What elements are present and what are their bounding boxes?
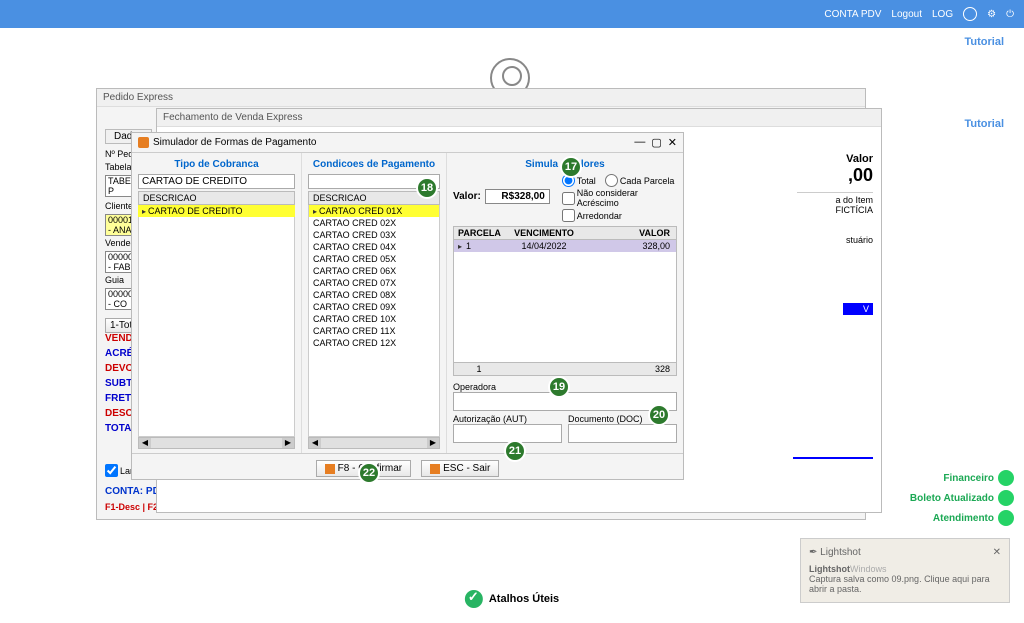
row-arrow-icon: ▸ [142, 207, 146, 216]
doc-input[interactable] [568, 424, 677, 443]
tabela-label: Tabela [105, 162, 132, 172]
condicao-item[interactable]: CARTAO CRED 10X [309, 313, 439, 325]
log-link[interactable]: LOG [932, 9, 953, 20]
condicao-item[interactable]: CARTAO CRED 05X [309, 253, 439, 265]
tutorial-link[interactable]: Tutorial [964, 36, 1004, 48]
scroll-right-icon[interactable]: ▶ [427, 438, 439, 448]
check-arred[interactable] [562, 209, 575, 222]
guia-label: Guia [105, 275, 124, 285]
radio-parcela[interactable] [605, 174, 618, 187]
condicao-item[interactable]: CARTAO CRED 03X [309, 229, 439, 241]
fechamento-title: Fechamento de Venda Express [157, 109, 881, 127]
lanca-checkbox[interactable] [105, 464, 118, 477]
exit-button[interactable]: ESC - Sair [421, 460, 499, 477]
scroll-left-icon[interactable]: ◀ [309, 438, 321, 448]
valor-big: ,00 [797, 165, 873, 186]
gear-icon[interactable]: ⚙ [987, 9, 996, 20]
simulador-window: Simulador de Formas de Pagamento — ▢ ✕ T… [131, 132, 684, 480]
wa-boleto[interactable]: Boleto Atualizado [910, 490, 1014, 506]
parcela-table: PARCELA VENCIMENTO VALOR ▸1 14/04/2022 3… [453, 226, 677, 376]
exit-icon [430, 464, 440, 474]
valor-input[interactable] [485, 189, 550, 204]
condicoes-head: Condicoes de Pagamento [308, 159, 440, 170]
check-icon [465, 590, 483, 608]
ls-close-icon[interactable]: ✕ [993, 547, 1001, 558]
lightshot-notification[interactable]: ✒ Lightshot ✕ LightshotWindows Captura s… [800, 538, 1010, 603]
aut-input[interactable] [453, 424, 562, 443]
valor-head: Valor [797, 153, 873, 165]
condicao-item[interactable]: CARTAO CRED 04X [309, 241, 439, 253]
wa-atendimento[interactable]: Atendimento [910, 510, 1014, 526]
ls-sub: Windows [850, 564, 887, 574]
condicao-item[interactable]: CARTAO CRED 09X [309, 301, 439, 313]
whatsapp-links: Financeiro Boleto Atualizado Atendimento [910, 470, 1014, 530]
top-bar: CONTA PDV Logout LOG ⚙ ⏻ [0, 0, 1024, 28]
col2-scrollbar[interactable]: ◀ ▶ [308, 437, 440, 449]
app-icon [138, 137, 149, 148]
col1-scrollbar[interactable]: ◀ ▶ [138, 437, 295, 449]
cliente-label: Cliente [105, 201, 133, 211]
condicao-item[interactable]: CARTAO CRED 02X [309, 217, 439, 229]
badge-21: 21 [504, 440, 526, 462]
conta-link[interactable]: CONTA PDV [824, 9, 881, 20]
valor-label: Valor: [453, 191, 481, 202]
check-naoconsid-label: Não considerar Acréscimo [577, 188, 677, 208]
whatsapp-icon [998, 510, 1014, 526]
condicao-item[interactable]: CARTAO CRED 11X [309, 325, 439, 337]
cobranca-grid-head: DESCRICAO [138, 191, 295, 205]
condicao-item[interactable]: ▸CARTAO CRED 01X [309, 205, 439, 217]
simulador-title: Simulador de Formas de Pagamento [153, 137, 316, 148]
pt-head-venc: VENCIMENTO [504, 227, 584, 239]
parcela-row[interactable]: ▸1 14/04/2022 328,00 [454, 240, 676, 252]
aut-label: Autorização (AUT) [453, 414, 562, 424]
item-head: a do Item [797, 192, 873, 205]
feather-icon: ✒ [809, 547, 817, 558]
check-naoconsid[interactable] [562, 192, 575, 205]
condicao-item[interactable]: CARTAO CRED 12X [309, 337, 439, 349]
radio-total-label: Total [577, 176, 596, 186]
cobranca-row[interactable]: ▸ CARTAO DE CREDITO [138, 205, 295, 217]
badge-22: 22 [358, 462, 380, 484]
badge-19: 19 [548, 376, 570, 398]
pt-foot-right: 328 [584, 363, 676, 375]
confirm-icon [325, 464, 335, 474]
condicao-item[interactable]: CARTAO CRED 06X [309, 265, 439, 277]
power-icon[interactable]: ⏻ [1006, 9, 1014, 20]
wa-financeiro[interactable]: Financeiro [910, 470, 1014, 486]
ls-title-text: Lightshot [809, 564, 850, 574]
cobranca-input[interactable] [138, 174, 295, 189]
check-arred-label: Arredondar [577, 211, 622, 221]
whatsapp-icon [998, 470, 1014, 486]
radio-parcela-label: Cada Parcela [620, 176, 675, 186]
tipo-cobranca-head: Tipo de Cobranca [138, 159, 295, 170]
condicao-item[interactable]: CARTAO CRED 08X [309, 289, 439, 301]
badge-18: 18 [416, 177, 438, 199]
blue-highlight-2 [793, 457, 873, 459]
estuario-text: stuário [797, 235, 873, 245]
pt-head-parcela: PARCELA [454, 227, 504, 239]
tutorial-link-2[interactable]: Tutorial [964, 118, 1004, 130]
ls-name: Lightshot [820, 547, 861, 558]
maximize-button[interactable]: ▢ [651, 136, 661, 149]
badge-17: 17 [560, 156, 582, 178]
close-button[interactable]: ✕ [668, 136, 677, 149]
atalhos-row[interactable]: Atalhos Úteis [465, 590, 559, 608]
pt-valor: 328,00 [584, 240, 676, 252]
item-sub: FICTÍCIA [797, 205, 873, 215]
row-arrow-icon: ▸ [458, 242, 462, 251]
scroll-left-icon[interactable]: ◀ [139, 438, 151, 448]
pt-foot-left: 1 [454, 363, 504, 375]
badge-20: 20 [648, 404, 670, 426]
pt-venc: 14/04/2022 [504, 240, 584, 252]
minimize-button[interactable]: — [634, 136, 645, 149]
pt-head-valor: VALOR [584, 227, 676, 239]
blue-highlight-1: V [843, 303, 873, 315]
pedido-title: Pedido Express [97, 89, 865, 107]
user-icon[interactable] [963, 7, 977, 21]
whatsapp-icon [998, 490, 1014, 506]
logout-link[interactable]: Logout [891, 9, 922, 20]
ls-body-text: Captura salva como 09.png. Clique aqui p… [809, 574, 990, 594]
condicao-item[interactable]: CARTAO CRED 07X [309, 277, 439, 289]
scroll-right-icon[interactable]: ▶ [282, 438, 294, 448]
